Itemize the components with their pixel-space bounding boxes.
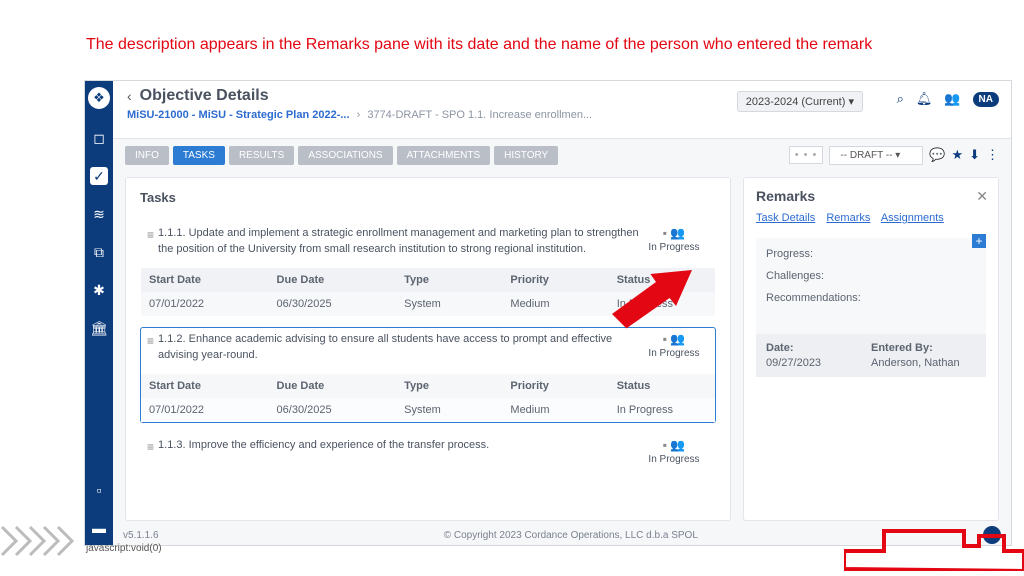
people-icon[interactable]: 👥 — [670, 226, 685, 240]
task-row[interactable]: ≡ 1.1.2. Enhance academic advising to en… — [140, 327, 716, 423]
nav-settings-icon[interactable]: ✱ — [90, 281, 108, 299]
nav-finance-icon[interactable]: ≋ — [90, 205, 108, 223]
tab-info[interactable]: INFO — [125, 146, 169, 165]
cell: 07/01/2022 — [141, 292, 269, 316]
cell: 06/30/2025 — [269, 398, 397, 422]
cell: In Progress — [609, 398, 715, 422]
tabbar: INFO TASKS RESULTS ASSOCIATIONS ATTACHME… — [125, 143, 999, 167]
period-selector[interactable]: 2023-2024 (Current) ▾ — [737, 91, 863, 112]
tab-tasks[interactable]: TASKS — [173, 146, 225, 165]
task-status: In Progress — [648, 454, 699, 465]
tab-attachments[interactable]: ATTACHMENTS — [397, 146, 491, 165]
task-row[interactable]: ≡ 1.1.1. Update and implement a strategi… — [140, 221, 716, 317]
col-status: Status — [609, 268, 715, 292]
cell: In Progress — [609, 292, 715, 316]
col-status: Status — [609, 374, 715, 398]
comment-icon[interactable]: ▪ — [663, 226, 667, 240]
slide-annotation: The description appears in the Remarks p… — [86, 36, 872, 54]
col-priority: Priority — [502, 374, 608, 398]
app-frame: ❖ ◻ ✓ ≋ ⧉ ✱ 🏛 ▫ ▬ ‹ Objective Details 20… — [84, 80, 1012, 546]
slide-decoration-red — [844, 511, 1024, 576]
search-icon[interactable]: ⌕ — [897, 91, 904, 107]
nav-reports-icon[interactable]: ⧉ — [90, 243, 108, 261]
remark-author-label: Entered By: — [871, 342, 976, 354]
remark-author: Anderson, Nathan — [871, 357, 960, 369]
drag-handle-icon[interactable]: ≡ — [147, 334, 154, 364]
bell-icon[interactable]: 🔔︎ — [916, 91, 933, 107]
sidebar: ❖ ◻ ✓ ≋ ⧉ ✱ 🏛 ▫ ▬ — [85, 81, 113, 545]
slide-decoration-chevrons — [0, 525, 90, 562]
col-priority: Priority — [502, 268, 608, 292]
copyright: © Copyright 2023 Cordance Operations, LL… — [444, 530, 698, 541]
star-icon[interactable]: ★ — [951, 147, 963, 163]
remark-recommendations: Recommendations: — [766, 292, 976, 304]
remark-date-label: Date: — [766, 342, 871, 354]
comment-icon[interactable]: ▪ — [663, 438, 667, 452]
cell: Medium — [502, 292, 608, 316]
remarks-panel: Remarks ✕ Task Details Remarks Assignmen… — [743, 177, 999, 521]
task-row[interactable]: ≡ 1.1.3. Improve the efficiency and expe… — [140, 433, 716, 470]
remark-date: 09/27/2023 — [766, 357, 821, 369]
nav-home-icon[interactable]: ◻ — [90, 129, 108, 147]
page-title: Objective Details — [140, 87, 269, 105]
tasks-card-title: Tasks — [140, 190, 716, 205]
people-icon[interactable]: 👥 — [670, 332, 685, 346]
download-icon[interactable]: ⬇ — [969, 147, 980, 163]
more-menu[interactable]: • • • — [789, 146, 824, 164]
topbar: ‹ Objective Details 2023-2024 (Current) … — [113, 81, 1011, 139]
avatar[interactable]: NA — [973, 92, 999, 107]
cell: System — [396, 292, 502, 316]
task-status: In Progress — [648, 348, 699, 359]
tab-results[interactable]: RESULTS — [229, 146, 294, 165]
version: v5.1.1.6 — [123, 530, 159, 541]
col-type: Type — [396, 268, 502, 292]
col-start: Start Date — [141, 374, 269, 398]
chevron-down-icon: ▾ — [848, 96, 854, 108]
remarks-title: Remarks — [756, 188, 986, 204]
col-due: Due Date — [269, 268, 397, 292]
cell: 06/30/2025 — [269, 292, 397, 316]
nav-plan-icon[interactable]: ✓ — [90, 167, 108, 185]
people-icon[interactable]: 👥 — [670, 438, 685, 452]
cell: System — [396, 398, 502, 422]
breadcrumb-parent[interactable]: MiSU-21000 - MiSU - Strategic Plan 2022-… — [127, 109, 350, 121]
tab-history[interactable]: HISTORY — [494, 146, 558, 165]
breadcrumb: MiSU-21000 - MiSU - Strategic Plan 2022-… — [127, 109, 997, 121]
col-type: Type — [396, 374, 502, 398]
nav-institution-icon[interactable]: 🏛 — [90, 319, 108, 337]
browser-status: javascript:void(0) — [86, 543, 162, 554]
nav-doc-icon[interactable]: ▫ — [90, 481, 108, 499]
remarks-tab-assignments[interactable]: Assignments — [881, 212, 944, 224]
close-icon[interactable]: ✕ — [976, 188, 988, 205]
tab-associations[interactable]: ASSOCIATIONS — [298, 146, 392, 165]
drag-handle-icon[interactable]: ≡ — [147, 228, 154, 258]
remark-challenges: Challenges: — [766, 270, 976, 282]
nav-book-icon[interactable]: ▬ — [90, 519, 108, 537]
remark-meta: Date: 09/27/2023 Entered By: Anderson, N… — [756, 334, 986, 377]
col-start: Start Date — [141, 268, 269, 292]
add-remark-button[interactable]: + — [972, 234, 986, 248]
comment-icon[interactable]: ▪ — [663, 332, 667, 346]
more-vert-icon[interactable]: ⋮ — [986, 147, 999, 163]
remarks-tab-details[interactable]: Task Details — [756, 212, 815, 224]
remark-progress: Progress: — [766, 248, 976, 260]
drag-handle-icon[interactable]: ≡ — [147, 440, 154, 465]
breadcrumb-current: 3774-DRAFT - SPO 1.1. Increase enrollmen… — [367, 109, 592, 121]
status-dropdown[interactable]: -- DRAFT -- ▾ — [829, 146, 923, 165]
remarks-tab-remarks[interactable]: Remarks — [826, 212, 870, 224]
people-icon[interactable]: 👥 — [944, 91, 960, 107]
cell: Medium — [502, 398, 608, 422]
col-due: Due Date — [269, 374, 397, 398]
remark-body: Progress: Challenges: Recommendations: — [756, 238, 986, 334]
task-status: In Progress — [648, 242, 699, 253]
comment-icon[interactable]: 💬 — [929, 147, 945, 163]
tasks-card: Tasks ≡ 1.1.1. Update and implement a st… — [125, 177, 731, 521]
cell: 07/01/2022 — [141, 398, 269, 422]
app-logo[interactable]: ❖ — [88, 87, 110, 109]
back-button[interactable]: ‹ — [127, 88, 132, 104]
